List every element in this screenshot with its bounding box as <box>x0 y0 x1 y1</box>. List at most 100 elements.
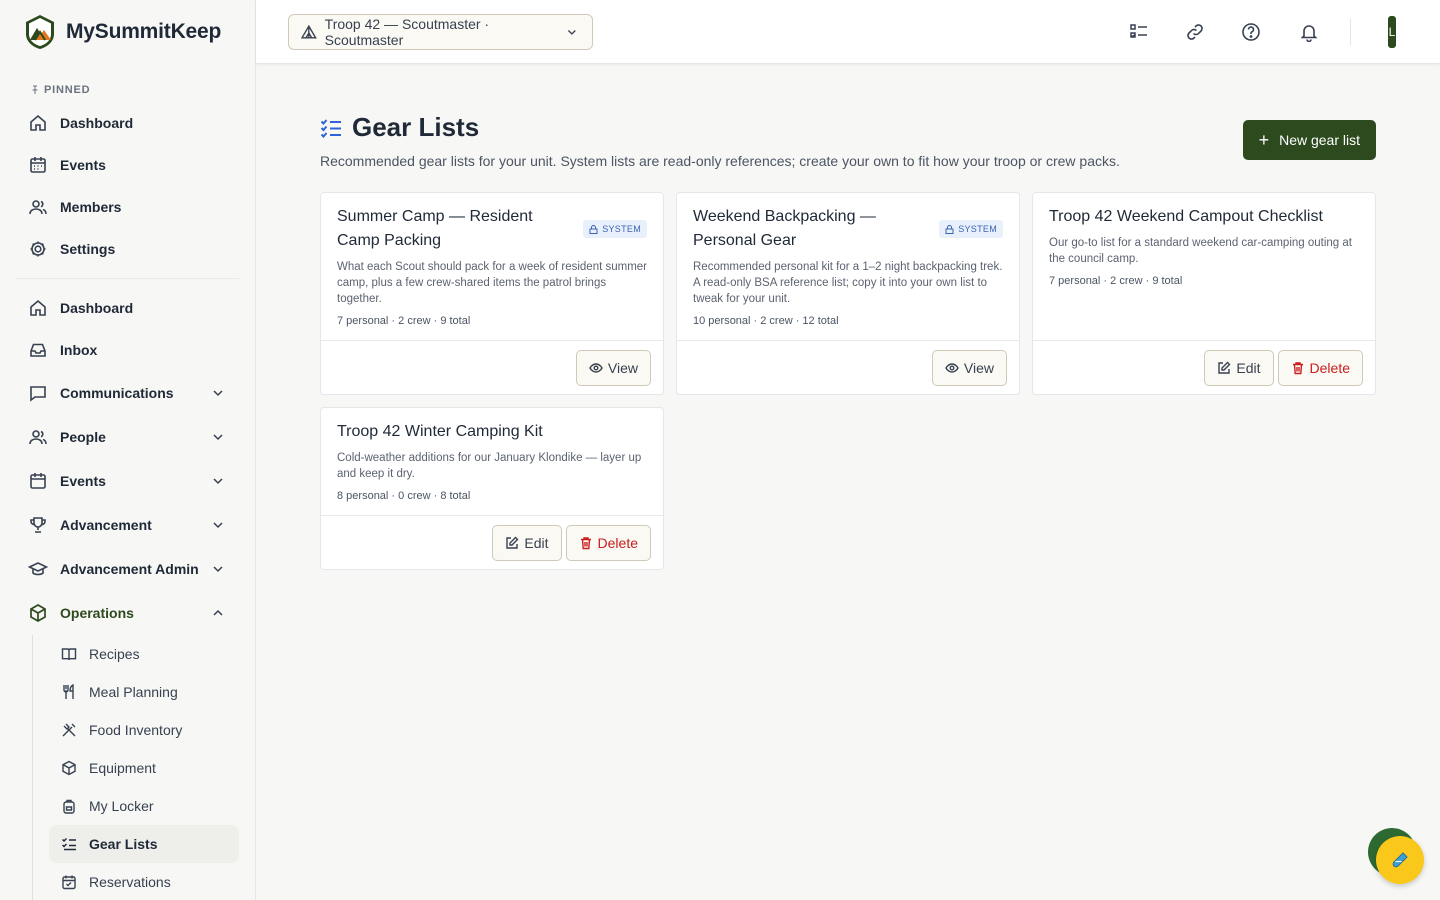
brand[interactable]: MySummitKeep <box>0 0 255 64</box>
card-counts: 10 personal · 2 crew · 12 total <box>693 315 839 327</box>
plus-icon: + <box>1258 130 1270 150</box>
delete-button[interactable]: Delete <box>1277 349 1363 386</box>
sidebar-item-recipes[interactable]: Recipes <box>49 635 239 673</box>
sidebar-item-meal-planning[interactable]: Meal Planning <box>49 673 239 711</box>
sidebar-item-reservations[interactable]: Reservations <box>49 863 239 900</box>
operations-subnav: Recipes Meal Planning Food Inventory Equ… <box>32 635 255 900</box>
sidebar-divider <box>16 278 239 279</box>
card-title[interactable]: Troop 42 Winter Camping Kit <box>337 420 647 444</box>
edit-label: Edit <box>524 534 549 551</box>
delete-label: Delete <box>1309 359 1350 376</box>
card-footer: View <box>677 340 1019 394</box>
delete-button[interactable]: Delete <box>565 524 651 561</box>
sidebar-item-people[interactable]: People <box>0 415 255 459</box>
sidebar-item-dashboard[interactable]: Dashboard <box>0 287 255 329</box>
pinned-section-label: PINNED <box>30 84 255 96</box>
sub-label: Reservations <box>89 874 171 890</box>
card-footer: Edit Delete <box>1033 340 1375 394</box>
sidebar-item-equipment[interactable]: Equipment <box>49 749 239 787</box>
pinned-item-dashboard[interactable]: Dashboard <box>0 102 255 144</box>
sidebar-item-inbox[interactable]: Inbox <box>0 329 255 371</box>
test-tube-fab[interactable] <box>1376 836 1424 884</box>
card-description: What each Scout should pack for a week o… <box>337 261 648 305</box>
utensils-icon <box>61 684 77 700</box>
graduation-cap-icon <box>28 559 48 579</box>
view-button[interactable]: View <box>575 349 651 386</box>
sub-label: My Locker <box>89 798 154 814</box>
eye-icon <box>589 362 603 373</box>
new-gear-list-button[interactable]: + New gear list <box>1242 120 1376 160</box>
sub-label: Equipment <box>89 760 156 776</box>
nav-label: Advancement <box>60 517 152 533</box>
checklist-icon <box>61 836 77 852</box>
sidebar-item-events[interactable]: Events <box>0 459 255 503</box>
badge-label: SYSTEM <box>958 224 997 234</box>
edit-button[interactable]: Edit <box>492 524 562 561</box>
nav-label: Events <box>60 473 106 489</box>
gear-list-card: Troop 42 Winter Camping Kit Cold-weather… <box>320 407 664 570</box>
pinned-item-members[interactable]: Members <box>0 186 255 228</box>
sidebar-item-advancement[interactable]: Advancement <box>0 503 255 547</box>
system-badge: SYSTEM <box>939 220 1003 238</box>
view-label: View <box>963 359 994 376</box>
card-title[interactable]: Troop 42 Weekend Campout Checklist <box>1049 205 1359 229</box>
pinned-item-events[interactable]: Events <box>0 144 255 186</box>
avatar[interactable]: L <box>1388 16 1396 48</box>
sidebar-item-gear-lists[interactable]: Gear Lists <box>49 825 239 863</box>
page-header: Gear Lists Recommended gear lists for yo… <box>320 112 1376 169</box>
chevron-down-icon <box>213 478 223 485</box>
gear-list-card: Summer Camp — Resident Camp Packing SYST… <box>320 192 664 395</box>
checklist-icon <box>320 118 341 138</box>
calendar-icon <box>28 471 48 491</box>
new-gear-list-label: New gear list <box>1279 132 1360 148</box>
inbox-icon <box>28 340 48 360</box>
package-icon <box>61 760 77 776</box>
nav-label: Members <box>60 199 122 215</box>
sub-label: Meal Planning <box>89 684 178 700</box>
eye-icon <box>945 362 959 373</box>
card-description: Cold-weather additions for our January K… <box>337 452 642 480</box>
card-counts: 7 personal · 2 crew · 9 total <box>337 315 471 327</box>
card-footer: View <box>321 340 663 394</box>
view-button[interactable]: View <box>931 349 1007 386</box>
message-icon <box>28 383 48 403</box>
sidebar-item-operations[interactable]: Operations <box>0 591 255 635</box>
pin-icon <box>32 85 38 94</box>
system-badge: SYSTEM <box>583 220 647 238</box>
sidebar-item-advancement-admin[interactable]: Advancement Admin <box>0 547 255 591</box>
brand-name: MySummitKeep <box>66 20 222 43</box>
checklist-icon[interactable] <box>1127 20 1151 44</box>
unit-selector-label: Troop 42 — Scoutmaster · Scoutmaster <box>324 16 490 48</box>
gear-icon <box>28 239 48 259</box>
unit-selector[interactable]: Troop 42 — Scoutmaster · Scoutmaster <box>288 14 593 50</box>
gear-list-card: Troop 42 Weekend Campout Checklist Our g… <box>1032 192 1376 395</box>
sidebar-item-communications[interactable]: Communications <box>0 371 255 415</box>
users-icon <box>28 427 48 447</box>
chevron-down-icon <box>568 30 577 35</box>
link-icon[interactable] <box>1183 20 1207 44</box>
home-icon <box>28 113 48 133</box>
nav-label: Dashboard <box>60 115 134 131</box>
nav-label: People <box>60 429 106 445</box>
test-tube-icon <box>1392 852 1408 868</box>
nav-label: Advancement Admin <box>60 561 199 577</box>
edit-icon <box>1218 361 1231 374</box>
page-title: Gear Lists <box>352 112 480 142</box>
gear-list-card: Weekend Backpacking — Personal Gear SYST… <box>676 192 1020 395</box>
box-icon <box>28 603 48 623</box>
delete-label: Delete <box>597 534 638 551</box>
card-footer: Edit Delete <box>321 515 663 569</box>
pinned-item-settings[interactable]: Settings <box>0 228 255 270</box>
pinned-label: PINNED <box>44 84 91 96</box>
sidebar-item-my-locker[interactable]: My Locker <box>49 787 239 825</box>
trophy-icon <box>28 515 48 535</box>
chevron-down-icon <box>213 522 223 529</box>
help-icon[interactable] <box>1239 20 1263 44</box>
edit-button[interactable]: Edit <box>1204 349 1274 386</box>
sidebar-item-food-inventory[interactable]: Food Inventory <box>49 711 239 749</box>
fork-knife-cross-icon <box>61 722 77 738</box>
edit-icon <box>506 536 519 549</box>
users-icon <box>28 197 48 217</box>
sub-label: Food Inventory <box>89 722 183 738</box>
bell-icon[interactable] <box>1297 20 1321 44</box>
